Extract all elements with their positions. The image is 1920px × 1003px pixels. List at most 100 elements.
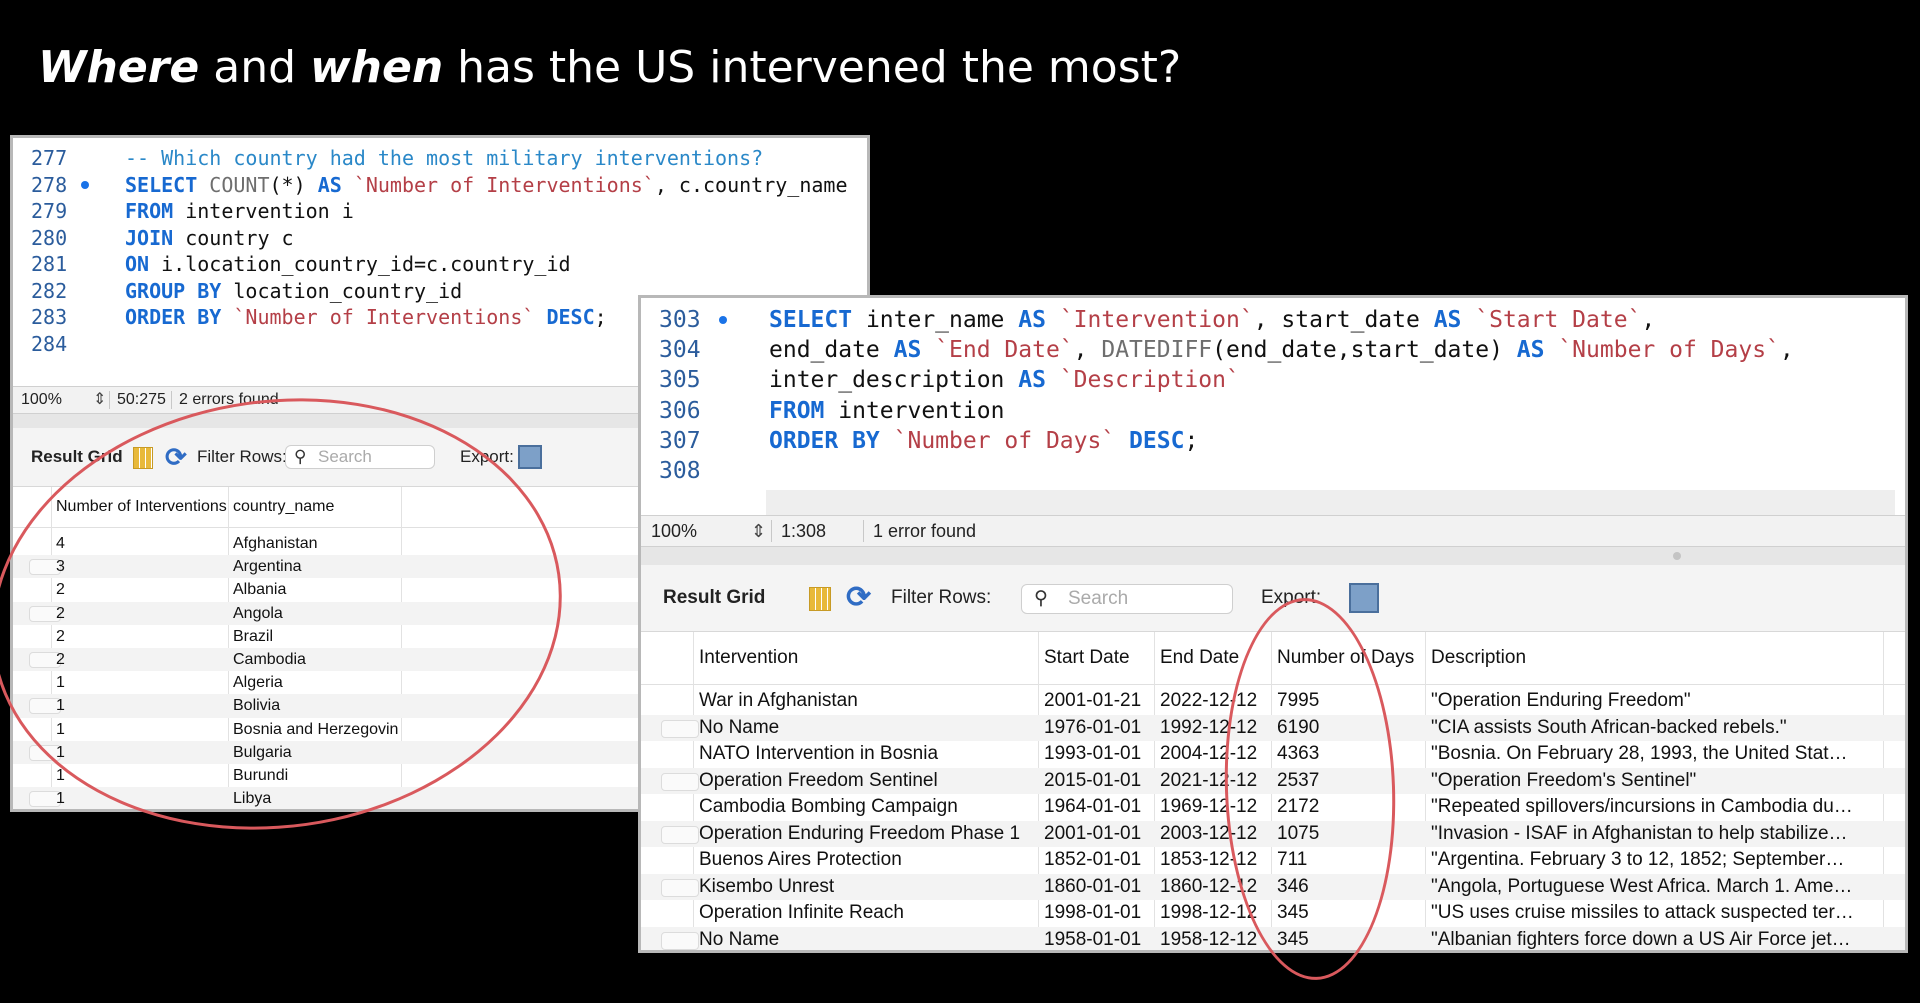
row-selector[interactable] bbox=[661, 878, 699, 897]
table-cell[interactable]: "Operation Freedom's Sentinel" bbox=[1431, 768, 1876, 795]
table-cell[interactable]: "Angola, Portuguese West Africa. March 1… bbox=[1431, 874, 1876, 901]
table-cell[interactable]: "Operation Enduring Freedom" bbox=[1431, 688, 1876, 715]
splitter-handle[interactable] bbox=[1673, 552, 1681, 560]
splitter[interactable] bbox=[641, 547, 1905, 565]
table-cell[interactable]: 1976-01-01 bbox=[1044, 715, 1154, 742]
table-cell[interactable]: Operation Infinite Reach bbox=[699, 900, 1037, 927]
table-cell[interactable]: "Invasion - ISAF in Afghanistan to help … bbox=[1431, 821, 1876, 848]
table-cell[interactable]: 1 bbox=[56, 787, 226, 809]
column-header-country-name[interactable]: country_name bbox=[233, 487, 334, 527]
column-header-description[interactable]: Description bbox=[1431, 632, 1526, 684]
table-cell[interactable]: 2001-01-21 bbox=[1044, 688, 1154, 715]
table-cell[interactable]: "Albanian fighters force down a US Air F… bbox=[1431, 927, 1876, 951]
table-cell[interactable]: "Bosnia. On February 28, 1993, the Unite… bbox=[1431, 741, 1876, 768]
table-cell[interactable]: 2022-12-12 bbox=[1160, 688, 1270, 715]
table-cell[interactable]: 2537 bbox=[1277, 768, 1425, 795]
table-cell[interactable]: 6190 bbox=[1277, 715, 1425, 742]
column-header-start-date[interactable]: Start Date bbox=[1044, 632, 1130, 684]
table-cell[interactable]: Argentina bbox=[233, 555, 398, 578]
refresh-icon[interactable]: ⟳ bbox=[165, 428, 187, 486]
table-cell[interactable]: Algeria bbox=[233, 671, 398, 694]
table-cell[interactable]: 2172 bbox=[1277, 794, 1425, 821]
table-cell[interactable]: Cambodia bbox=[233, 648, 398, 671]
table-cell[interactable]: 1964-01-01 bbox=[1044, 794, 1154, 821]
table-cell[interactable]: Cambodia Bombing Campaign bbox=[699, 794, 1037, 821]
table-cell[interactable]: Libya bbox=[233, 787, 398, 809]
zoom-level[interactable]: 100% bbox=[651, 516, 697, 546]
table-row[interactable]: No Name 1976-01-01 1992-12-12 6190 "CIA assi… bbox=[641, 714, 1905, 742]
zoom-stepper-icon[interactable]: ⇕ bbox=[751, 516, 766, 546]
table-cell[interactable]: No Name bbox=[699, 927, 1037, 951]
row-selector[interactable] bbox=[661, 931, 699, 950]
table-cell[interactable]: 3 bbox=[56, 555, 226, 578]
table-cell[interactable]: War in Afghanistan bbox=[699, 688, 1037, 715]
table-cell[interactable]: 1998-12-12 bbox=[1160, 900, 1270, 927]
table-cell[interactable]: 4363 bbox=[1277, 741, 1425, 768]
table-cell[interactable]: 2021-12-12 bbox=[1160, 768, 1270, 795]
sql-editor[interactable]: 303 SELECT inter_name AS `Intervention`, … bbox=[641, 298, 1905, 515]
table-row[interactable]: NATO Intervention in Bosnia 1993-01-01 200… bbox=[641, 741, 1905, 768]
grid-view-icon[interactable] bbox=[809, 587, 831, 611]
refresh-icon[interactable]: ⟳ bbox=[846, 565, 871, 631]
table-cell[interactable]: 1958-12-12 bbox=[1160, 927, 1270, 951]
table-row[interactable]: Buenos Aires Protection 1852-01-01 1853-12… bbox=[641, 847, 1905, 874]
table-cell[interactable]: Bolivia bbox=[233, 694, 398, 717]
table-cell[interactable]: Operation Enduring Freedom Phase 1 bbox=[699, 821, 1037, 848]
table-cell[interactable]: 1 bbox=[56, 764, 226, 787]
export-icon[interactable] bbox=[1349, 583, 1379, 613]
column-header-number-of-days[interactable]: Number of Days bbox=[1277, 632, 1414, 684]
table-cell[interactable]: 4 bbox=[56, 532, 226, 555]
row-selector[interactable] bbox=[661, 825, 699, 844]
table-cell[interactable]: 345 bbox=[1277, 900, 1425, 927]
table-cell[interactable]: 7995 bbox=[1277, 688, 1425, 715]
table-cell[interactable]: 1 bbox=[56, 718, 226, 741]
table-cell[interactable]: 1958-01-01 bbox=[1044, 927, 1154, 951]
table-cell[interactable]: No Name bbox=[699, 715, 1037, 742]
zoom-level[interactable]: 100% bbox=[21, 387, 62, 413]
table-cell[interactable]: Kisembo Unrest bbox=[699, 874, 1037, 901]
breakpoint-dot-icon[interactable] bbox=[719, 316, 727, 324]
table-row[interactable]: Operation Enduring Freedom Phase 1 2001-0… bbox=[641, 820, 1905, 848]
table-row[interactable]: Kisembo Unrest 1860-01-01 1860-12-12 346 "An… bbox=[641, 873, 1905, 901]
table-cell[interactable]: 346 bbox=[1277, 874, 1425, 901]
row-selector[interactable] bbox=[661, 772, 699, 791]
table-cell[interactable]: 2 bbox=[56, 578, 226, 601]
table-cell[interactable]: 711 bbox=[1277, 847, 1425, 874]
code-line[interactable]: 308 bbox=[641, 453, 1905, 490]
table-cell[interactable]: Operation Freedom Sentinel bbox=[699, 768, 1037, 795]
table-cell[interactable]: Afghanistan bbox=[233, 532, 398, 555]
error-count[interactable]: 2 errors found bbox=[179, 387, 279, 413]
table-cell[interactable]: Bulgaria bbox=[233, 741, 398, 764]
table-cell[interactable]: 2 bbox=[56, 648, 226, 671]
table-cell[interactable]: 2004-12-12 bbox=[1160, 741, 1270, 768]
table-cell[interactable]: Burundi bbox=[233, 764, 398, 787]
table-row[interactable]: Operation Infinite Reach 1998-01-01 1998-1… bbox=[641, 900, 1905, 927]
table-row[interactable]: Operation Freedom Sentinel 2015-01-01 2021… bbox=[641, 767, 1905, 795]
table-cell[interactable]: 1992-12-12 bbox=[1160, 715, 1270, 742]
table-cell[interactable]: Buenos Aires Protection bbox=[699, 847, 1037, 874]
table-cell[interactable]: 2015-01-01 bbox=[1044, 768, 1154, 795]
table-cell[interactable]: Angola bbox=[233, 602, 398, 625]
table-cell[interactable]: Albania bbox=[233, 578, 398, 601]
table-cell[interactable]: 2 bbox=[56, 602, 226, 625]
table-cell[interactable]: Brazil bbox=[233, 625, 398, 648]
table-cell[interactable]: 1 bbox=[56, 671, 226, 694]
table-cell[interactable]: 2003-12-12 bbox=[1160, 821, 1270, 848]
zoom-stepper-icon[interactable]: ⇕ bbox=[93, 387, 106, 413]
breakpoint-dot-icon[interactable] bbox=[81, 180, 89, 189]
table-cell[interactable]: 345 bbox=[1277, 927, 1425, 951]
table-cell[interactable]: Bosnia and Herzegovina bbox=[233, 718, 398, 741]
error-count[interactable]: 1 error found bbox=[873, 516, 976, 546]
search-input[interactable]: ⚲ Search bbox=[1021, 584, 1233, 614]
export-icon[interactable] bbox=[518, 445, 542, 469]
table-cell[interactable]: NATO Intervention in Bosnia bbox=[699, 741, 1037, 768]
table-cell[interactable]: 1993-01-01 bbox=[1044, 741, 1154, 768]
column-header-end-date[interactable]: End Date bbox=[1160, 632, 1239, 684]
table-row[interactable]: War in Afghanistan 2001-01-21 2022-12-12 79… bbox=[641, 688, 1905, 715]
column-header-intervention[interactable]: Intervention bbox=[699, 632, 798, 684]
search-input[interactable]: ⚲ Search bbox=[285, 445, 435, 469]
table-cell[interactable]: 1 bbox=[56, 694, 226, 717]
table-cell[interactable]: "US uses cruise missiles to attack suspe… bbox=[1431, 900, 1876, 927]
table-row[interactable]: Cambodia Bombing Campaign 1964-01-01 1969-… bbox=[641, 794, 1905, 821]
table-cell[interactable]: 2001-01-01 bbox=[1044, 821, 1154, 848]
